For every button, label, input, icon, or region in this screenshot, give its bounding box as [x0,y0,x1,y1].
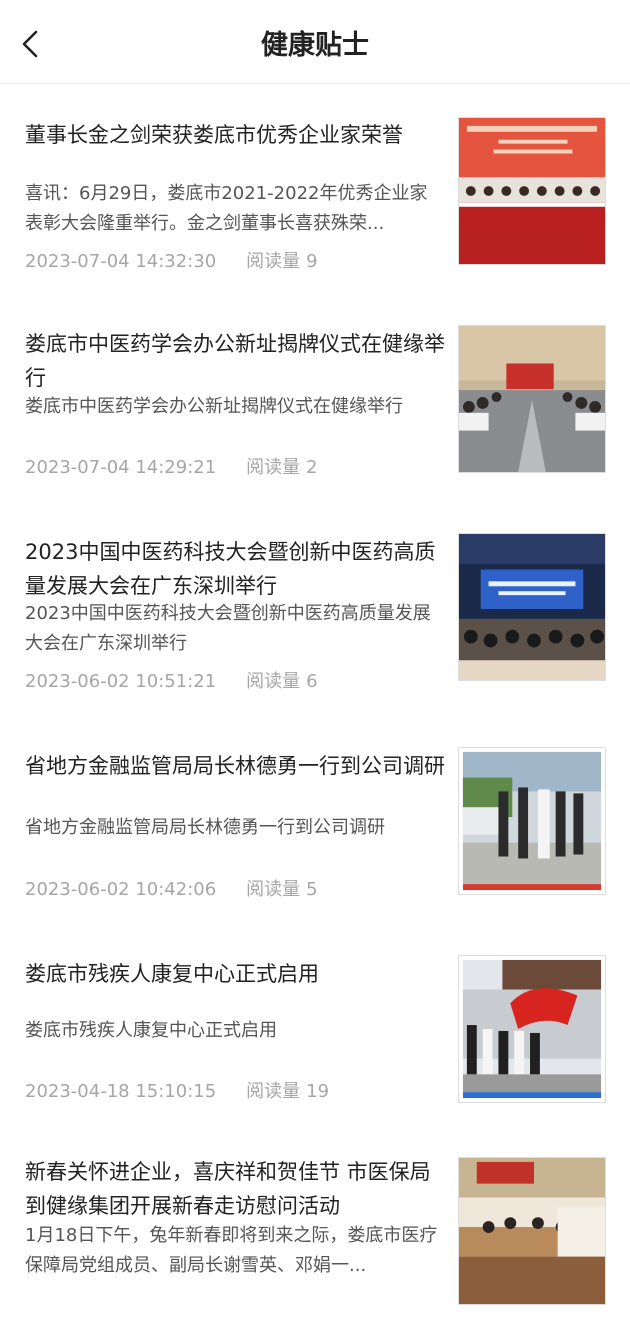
article-title: 2023中国中医药科技大会暨创新中医药高质量发展大会在广东深圳举行 [25,540,436,598]
article-title: 娄底市中医药学会办公新址揭牌仪式在健缘举行 [25,332,445,390]
read-count-label: 阅读量 [246,879,301,900]
article-date: 2023-07-04 14:29:21 [25,457,217,478]
article-title: 董事长金之剑荣获娄底市优秀企业家荣誉 [25,123,403,147]
article-date: 2023-06-02 10:42:06 [25,879,217,900]
read-count: 6 [306,671,318,692]
read-count: 2 [306,457,318,478]
read-count: 9 [306,251,318,272]
article-item[interactable]: 娄底市中医药学会办公新址揭牌仪式在健缘举行 娄底市中医药学会办公新址揭牌仪式在健… [0,293,630,493]
article-item[interactable]: 2023中国中医药科技大会暨创新中医药高质量发展大会在广东深圳举行 2023中国… [0,501,630,701]
article-thumbnail [458,747,606,895]
article-summary: 娄底市中医药学会办公新址揭牌仪式在健缘举行 [25,396,403,417]
article-meta: 2023-06-02 10:42:06 阅读量 5 [25,875,445,905]
article-title: 新春关怀进企业，喜庆祥和贺佳节 市医保局到健缘集团开展新春走访慰问活动 [25,1160,431,1218]
article-thumbnail [458,117,606,265]
read-count: 19 [306,1081,330,1102]
article-summary: 省地方金融监管局局长林德勇一行到公司调研 [25,817,385,838]
article-date: 2023-06-02 10:51:21 [25,671,217,692]
page-title: 健康贴士 [261,30,369,61]
article-date: 2023-07-04 14:32:30 [25,251,217,272]
article-thumbnail [458,955,606,1103]
app-header: 健康贴士 [0,0,630,84]
article-meta: 2023-07-04 14:32:30 阅读量 9 [25,247,445,277]
article-title: 省地方金融监管局局长林德勇一行到公司调研 [25,754,445,778]
article-summary: 2023中国中医药科技大会暨创新中医药高质量发展大会在广东深圳举行 [25,603,431,654]
read-count: 5 [306,879,318,900]
article-item[interactable]: 娄底市残疾人康复中心正式启用 娄底市残疾人康复中心正式启用 2023-04-18… [0,917,630,1117]
article-meta: 2023-04-18 15:10:15 阅读量 19 [25,1077,445,1107]
article-item[interactable]: 新春关怀进企业，喜庆祥和贺佳节 市医保局到健缘集团开展新春走访慰问活动 1月18… [0,1125,630,1325]
article-thumbnail [458,533,606,681]
article-summary: 娄底市残疾人康复中心正式启用 [25,1020,277,1041]
read-count-label: 阅读量 [246,251,301,272]
read-count-label: 阅读量 [246,671,301,692]
read-count-label: 阅读量 [246,457,301,478]
article-meta: 2023-06-02 10:51:21 阅读量 6 [25,667,445,697]
article-summary: 1月18日下午，兔年新春即将到来之际，娄底市医疗保障局党组成员、副局长谢雪英、邓… [25,1225,438,1276]
article-title: 娄底市残疾人康复中心正式启用 [25,962,319,986]
article-item[interactable]: 省地方金融监管局局长林德勇一行到公司调研 省地方金融监管局局长林德勇一行到公司调… [0,709,630,909]
article-thumbnail [458,1157,606,1305]
article-meta: 2023-07-04 14:29:21 阅读量 2 [25,453,445,483]
article-thumbnail [458,325,606,473]
article-item[interactable]: 董事长金之剑荣获娄底市优秀企业家荣誉 喜讯：6月29日，娄底市2021-2022… [0,85,630,285]
article-date: 2023-04-18 15:10:15 [25,1081,217,1102]
article-summary: 喜讯：6月29日，娄底市2021-2022年优秀企业家表彰大会隆重举行。金之剑董… [25,183,428,234]
read-count-label: 阅读量 [246,1081,301,1102]
